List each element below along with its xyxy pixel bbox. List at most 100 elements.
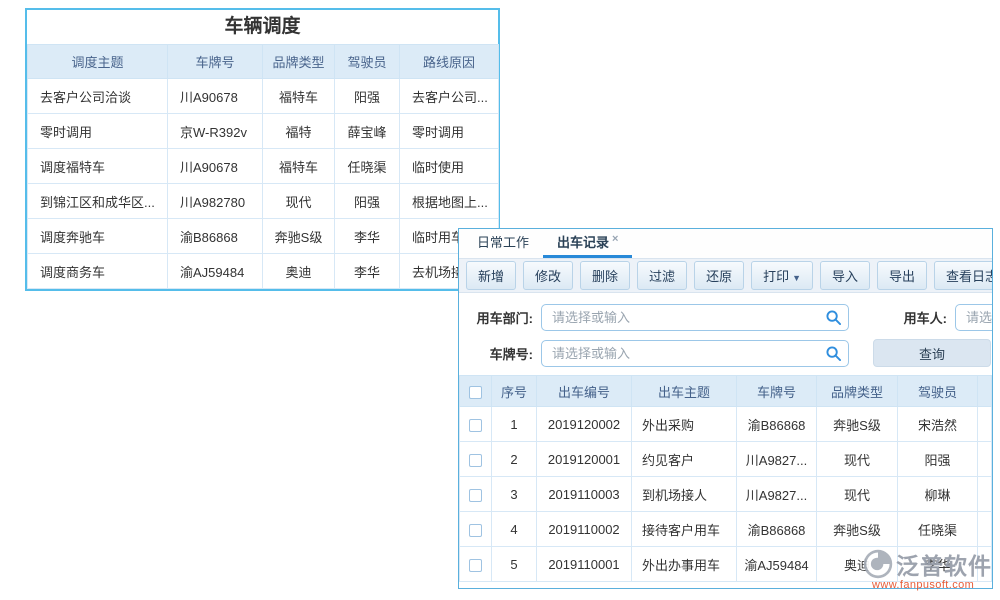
col-no: 序号	[492, 376, 537, 407]
row-checkbox[interactable]	[469, 524, 482, 537]
select-all-checkbox[interactable]	[469, 386, 482, 399]
brand-cell: 奥迪	[817, 547, 898, 582]
plate-field-wrap	[541, 340, 849, 367]
record-code-link[interactable]: 2019120001	[537, 442, 632, 477]
col-dispatch-subject: 调度主题	[28, 45, 168, 79]
form-row-2: 车牌号: 查询	[459, 335, 992, 371]
dispatch-subject-link[interactable]: 零时调用	[28, 114, 168, 149]
plate-link[interactable]: 渝B86868	[737, 512, 817, 547]
driver-link[interactable]: 任晓渠	[898, 512, 978, 547]
print-label: 打印	[763, 269, 789, 284]
dispatch-subject-link[interactable]: 调度奔驰车	[28, 219, 168, 254]
view-log-button[interactable]: 查看日志	[934, 261, 993, 290]
plate-link[interactable]: 川A982780	[168, 184, 263, 219]
plate-link[interactable]: 川A9827...	[737, 477, 817, 512]
plate-link[interactable]: 川A90678	[168, 79, 263, 114]
brand-cell: 福特	[263, 114, 335, 149]
driver-link[interactable]: 宋浩然	[898, 407, 978, 442]
driver-link[interactable]: 李华	[335, 219, 400, 254]
record-subject-link[interactable]: 到机场接人	[632, 477, 737, 512]
record-code-link[interactable]: 2019110002	[537, 512, 632, 547]
tab-vehicle-record[interactable]: 出车记录×	[543, 229, 632, 258]
restore-button[interactable]: 还原	[694, 261, 744, 290]
tab-daily-work[interactable]: 日常工作	[463, 229, 543, 258]
toolbar: 新增 修改 删除 过滤 还原 打印▼ 导入 导出 查看日志	[459, 259, 992, 293]
plate-link[interactable]: 川A9827...	[737, 442, 817, 477]
record-subject-link[interactable]: 接待客户用车	[632, 512, 737, 547]
user-field-wrap	[955, 304, 993, 331]
brand-cell: 现代	[817, 477, 898, 512]
delete-button[interactable]: 删除	[580, 261, 630, 290]
brand-cell: 福特车	[263, 79, 335, 114]
edit-button[interactable]: 修改	[523, 261, 573, 290]
driver-link[interactable]: 李华	[335, 254, 400, 289]
query-button[interactable]: 查询	[873, 339, 991, 367]
col-driver: 驾驶员	[898, 376, 978, 407]
chevron-down-icon: ▼	[792, 273, 801, 283]
row-checkbox[interactable]	[469, 419, 482, 432]
dispatch-subject-link[interactable]: 去客户公司洽谈	[28, 79, 168, 114]
export-button[interactable]: 导出	[877, 261, 927, 290]
brand-cell: 现代	[817, 442, 898, 477]
brand-cell: 奥迪	[263, 254, 335, 289]
driver-link[interactable]: 阳强	[335, 184, 400, 219]
row-checkbox[interactable]	[469, 489, 482, 502]
record-code-link[interactable]: 2019120002	[537, 407, 632, 442]
record-subject-link[interactable]: 约见客户	[632, 442, 737, 477]
driver-link[interactable]: 阳强	[898, 442, 978, 477]
dispatch-header-row: 调度主题 车牌号 品牌类型 驾驶员 路线原因	[28, 45, 499, 79]
col-brand: 品牌类型	[817, 376, 898, 407]
tab-bar: 日常工作 出车记录×	[459, 229, 992, 259]
driver-link[interactable]: 阳强	[335, 79, 400, 114]
reason-cell: 零时调用	[400, 114, 499, 149]
user-label: 用车人:	[885, 308, 947, 327]
search-form: 用车部门: 用车人: 车牌号: 查询	[459, 293, 992, 375]
add-button[interactable]: 新增	[466, 261, 516, 290]
record-code-link[interactable]: 2019110003	[537, 477, 632, 512]
row-checkbox[interactable]	[469, 454, 482, 467]
table-row: 3 2019110003 到机场接人 川A9827... 现代 柳琳	[460, 477, 992, 512]
panel-title: 车辆调度	[27, 10, 498, 44]
plate-link[interactable]: 渝AJ59484	[168, 254, 263, 289]
plate-input[interactable]	[541, 340, 849, 367]
no-cell: 1	[492, 407, 537, 442]
user-input[interactable]	[955, 304, 993, 331]
driver-link[interactable]: 李华	[898, 547, 978, 582]
no-cell: 2	[492, 442, 537, 477]
import-button[interactable]: 导入	[820, 261, 870, 290]
col-brand: 品牌类型	[263, 45, 335, 79]
dept-input[interactable]	[541, 304, 849, 331]
row-checkbox[interactable]	[469, 559, 482, 572]
driver-link[interactable]: 薛宝峰	[335, 114, 400, 149]
plate-link[interactable]: 渝B86868	[737, 407, 817, 442]
vehicle-record-panel: 日常工作 出车记录× 新增 修改 删除 过滤 还原 打印▼ 导入 导出 查看日志…	[458, 228, 993, 589]
plate-link[interactable]: 渝AJ59484	[737, 547, 817, 582]
dispatch-subject-link[interactable]: 到锦江区和成华区...	[28, 184, 168, 219]
plate-link[interactable]: 川A90678	[168, 149, 263, 184]
driver-link[interactable]: 任晓渠	[335, 149, 400, 184]
print-dropdown-button[interactable]: 打印▼	[751, 261, 813, 290]
table-row: 1 2019120002 外出采购 渝B86868 奔驰S级 宋浩然	[460, 407, 992, 442]
col-plate: 车牌号	[737, 376, 817, 407]
table-row: 到锦江区和成华区... 川A982780 现代 阳强 根据地图上...	[28, 184, 499, 219]
brand-cell: 奔驰S级	[817, 512, 898, 547]
close-icon[interactable]: ×	[612, 233, 618, 245]
record-subject-link[interactable]: 外出办事用车	[632, 547, 737, 582]
record-subject-link[interactable]: 外出采购	[632, 407, 737, 442]
plate-label: 车牌号:	[459, 344, 533, 363]
dept-field-wrap	[541, 304, 849, 331]
col-plate: 车牌号	[168, 45, 263, 79]
vehicle-dispatch-panel: 车辆调度 调度主题 车牌号 品牌类型 驾驶员 路线原因 去客户公司洽谈 川A90…	[25, 8, 500, 291]
table-row: 去客户公司洽谈 川A90678 福特车 阳强 去客户公司...	[28, 79, 499, 114]
record-code-link[interactable]: 2019110001	[537, 547, 632, 582]
driver-link[interactable]: 柳琳	[898, 477, 978, 512]
col-record-subject: 出车主题	[632, 376, 737, 407]
reason-cell: 去客户公司...	[400, 79, 499, 114]
plate-link[interactable]: 渝B86868	[168, 219, 263, 254]
dispatch-subject-link[interactable]: 调度福特车	[28, 149, 168, 184]
filter-button[interactable]: 过滤	[637, 261, 687, 290]
search-icon[interactable]	[826, 346, 841, 361]
dispatch-subject-link[interactable]: 调度商务车	[28, 254, 168, 289]
plate-link[interactable]: 京W-R392v	[168, 114, 263, 149]
search-icon[interactable]	[826, 310, 841, 325]
